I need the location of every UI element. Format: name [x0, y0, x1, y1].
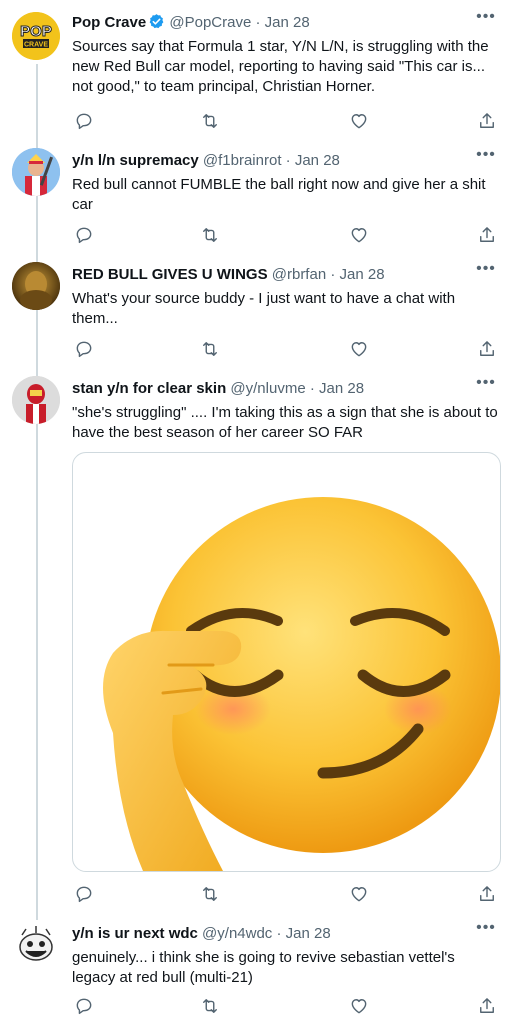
avatar-popcrave[interactable]: POP CRAVE [12, 12, 60, 60]
author-name[interactable]: y/n l/n supremacy [72, 152, 199, 169]
tweet-date[interactable]: Jan 28 [286, 925, 331, 942]
retweet-icon[interactable] [200, 225, 222, 247]
tweet-ynluvme[interactable]: stan y/n for clear skin @y/nluvme · Jan … [0, 366, 512, 914]
like-icon[interactable] [349, 996, 371, 1018]
tweet-text: What's your source buddy - I just want t… [72, 290, 460, 327]
tweet-date[interactable]: Jan 28 [340, 266, 385, 283]
tweet-header: Pop Crave @PopCrave · Jan 28 [72, 13, 472, 33]
pop-crave-logo: POP CRAVE [12, 12, 60, 60]
separator-dot: · [255, 14, 261, 31]
tweet-f1brainrot[interactable]: y/n l/n supremacy @f1brainrot · Jan 28 •… [0, 138, 512, 252]
more-icon[interactable]: ••• [472, 260, 500, 280]
smirking-emoji-image [103, 497, 500, 871]
author-name[interactable]: y/n is ur next wdc [72, 925, 198, 942]
avatar-rbrfan[interactable] [12, 262, 60, 310]
author-handle[interactable]: @PopCrave [169, 14, 251, 31]
tweet-text: Sources say that Formula 1 star, Y/N L/N… [72, 38, 493, 95]
share-icon[interactable] [477, 225, 499, 247]
share-icon[interactable] [477, 111, 499, 133]
tweet-header: y/n l/n supremacy @f1brainrot · Jan 28 [72, 151, 472, 171]
tweet-text: Red bull cannot FUMBLE the ball right no… [72, 176, 490, 213]
reply-icon[interactable] [74, 996, 96, 1018]
tweet-actions [72, 996, 498, 1020]
avatar-yn4wdc[interactable] [12, 921, 60, 969]
share-icon[interactable] [477, 339, 499, 361]
like-icon[interactable] [349, 339, 371, 361]
author-name[interactable]: Pop Crave [72, 14, 146, 31]
avatar-f1brainrot[interactable] [12, 148, 60, 196]
avatar-image [12, 148, 60, 196]
author-handle[interactable]: @rbrfan [272, 266, 326, 283]
reply-icon[interactable] [74, 884, 96, 906]
tweet-actions [72, 225, 498, 249]
tweet-text: "she's struggling" .... I'm taking this … [72, 404, 502, 441]
separator-dot: · [285, 152, 291, 169]
svg-text:CRAVE: CRAVE [24, 42, 48, 49]
like-icon[interactable] [349, 225, 371, 247]
author-handle[interactable]: @f1brainrot [203, 152, 282, 169]
like-icon[interactable] [349, 884, 371, 906]
share-icon[interactable] [477, 884, 499, 906]
tweet-actions [72, 339, 498, 363]
tweet-header: RED BULL GIVES U WINGS @rbrfan · Jan 28 [72, 265, 472, 285]
author-handle[interactable]: @y/n4wdc [202, 925, 272, 942]
reply-icon[interactable] [74, 111, 96, 133]
retweet-icon[interactable] [200, 111, 222, 133]
more-icon[interactable]: ••• [472, 146, 500, 166]
avatar-image [12, 921, 60, 969]
tweet-date[interactable]: Jan 28 [319, 380, 364, 397]
separator-dot: · [309, 380, 315, 397]
author-name[interactable]: stan y/n for clear skin [72, 380, 226, 397]
author-name[interactable]: RED BULL GIVES U WINGS [72, 266, 268, 283]
tweet-actions [72, 884, 498, 908]
more-icon[interactable]: ••• [472, 8, 500, 28]
reply-icon[interactable] [74, 339, 96, 361]
tweet-rbrfan[interactable]: RED BULL GIVES U WINGS @rbrfan · Jan 28 … [0, 252, 512, 366]
svg-text:POP: POP [20, 23, 52, 40]
tweet-popcrave[interactable]: POP CRAVE Pop Crave @PopCrave · Jan 28 •… [0, 0, 512, 138]
more-icon[interactable]: ••• [472, 919, 500, 939]
tweet-yn4wdc[interactable]: y/n is ur next wdc @y/n4wdc · Jan 28 •••… [0, 911, 512, 1029]
tweet-media-image[interactable] [72, 452, 501, 872]
reply-icon[interactable] [74, 225, 96, 247]
verified-badge-icon [148, 13, 165, 30]
retweet-icon[interactable] [200, 884, 222, 906]
tweet-date[interactable]: Jan 28 [265, 14, 310, 31]
like-icon[interactable] [349, 111, 371, 133]
tweet-header: stan y/n for clear skin @y/nluvme · Jan … [72, 379, 472, 399]
avatar-ynluvme[interactable] [12, 376, 60, 424]
retweet-icon[interactable] [200, 996, 222, 1018]
tweet-actions [72, 111, 498, 135]
separator-dot: · [330, 266, 336, 283]
separator-dot: · [276, 925, 282, 942]
more-icon[interactable]: ••• [472, 374, 500, 394]
retweet-icon[interactable] [200, 339, 222, 361]
avatar-image [12, 262, 60, 310]
avatar-image [12, 376, 60, 424]
tweet-text: genuinely... i think she is going to rev… [72, 949, 459, 986]
share-icon[interactable] [477, 996, 499, 1018]
tweet-header: y/n is ur next wdc @y/n4wdc · Jan 28 [72, 924, 472, 944]
author-handle[interactable]: @y/nluvme [230, 380, 305, 397]
tweet-date[interactable]: Jan 28 [295, 152, 340, 169]
